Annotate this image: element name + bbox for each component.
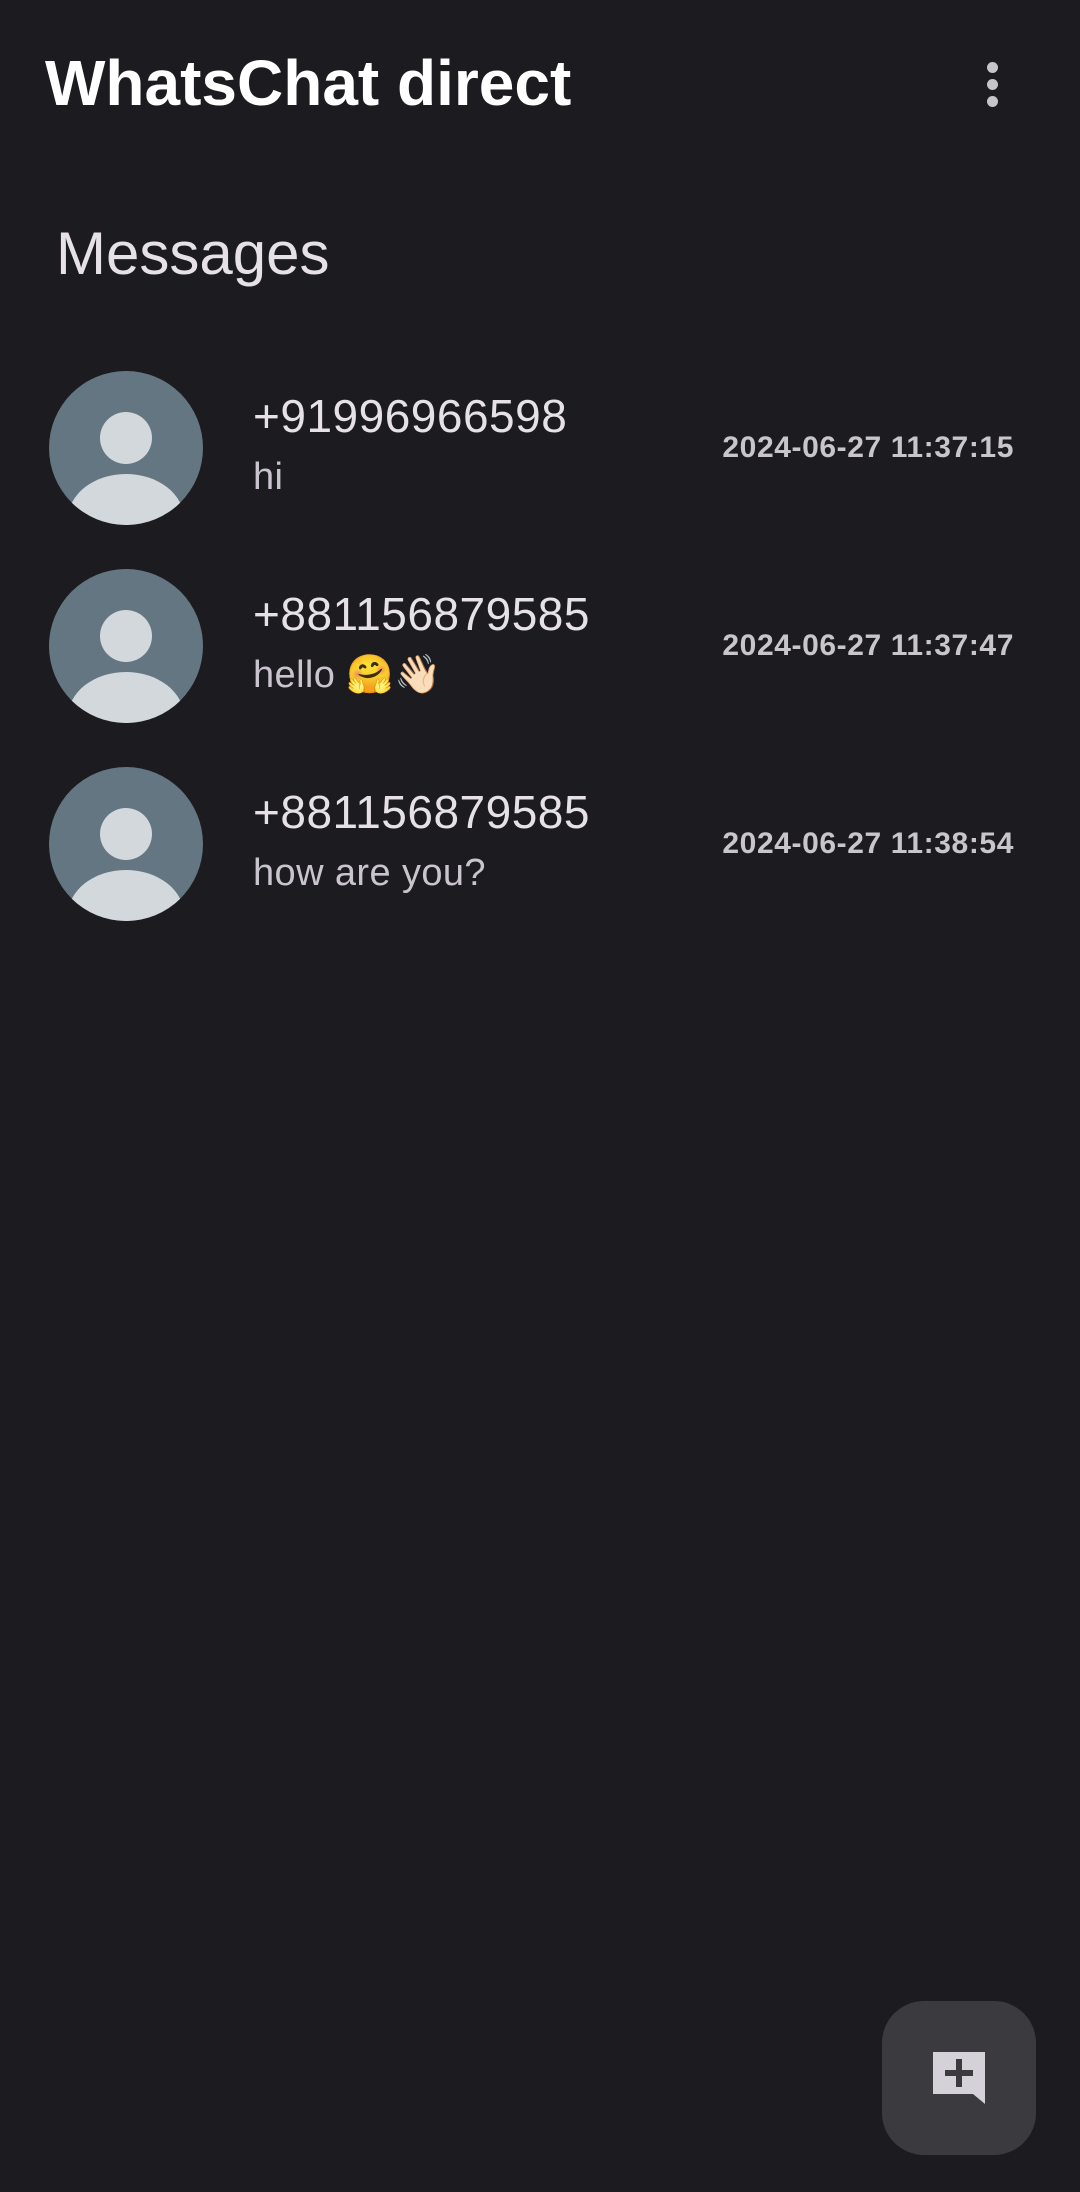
contact-name: +881156879585	[253, 786, 590, 838]
conversation-item[interactable]: +881156879585 how are you? 2024-06-27 11…	[0, 756, 1080, 954]
contact-name: +881156879585	[253, 588, 590, 640]
section-title: Messages	[56, 220, 330, 287]
message-preview: hi	[253, 456, 284, 498]
person-icon	[68, 412, 184, 525]
more-vert-icon	[986, 61, 998, 107]
conversation-list: +91996966598 hi 2024-06-27 11:37:15 +881…	[0, 360, 1080, 954]
conversation-item[interactable]: +881156879585 hello 🤗👋🏻 2024-06-27 11:37…	[0, 558, 1080, 756]
contact-name: +91996966598	[253, 390, 568, 442]
app-title: WhatsChat direct	[45, 47, 572, 119]
avatar	[49, 767, 203, 921]
new-message-button[interactable]	[882, 2001, 1036, 2155]
message-preview: hello 🤗👋🏻	[253, 654, 442, 696]
message-preview: how are you?	[253, 852, 486, 894]
avatar	[49, 371, 203, 525]
avatar	[49, 569, 203, 723]
app-bar: WhatsChat direct	[0, 0, 1080, 170]
conversation-item[interactable]: +91996966598 hi 2024-06-27 11:37:15	[0, 360, 1080, 558]
message-timestamp: 2024-06-27 11:37:47	[722, 629, 1014, 662]
message-timestamp: 2024-06-27 11:37:15	[722, 431, 1014, 464]
add-comment-icon	[933, 2052, 985, 2104]
more-options-button[interactable]	[952, 44, 1032, 124]
person-icon	[68, 808, 184, 921]
message-timestamp: 2024-06-27 11:38:54	[722, 827, 1014, 860]
person-icon	[68, 610, 184, 723]
